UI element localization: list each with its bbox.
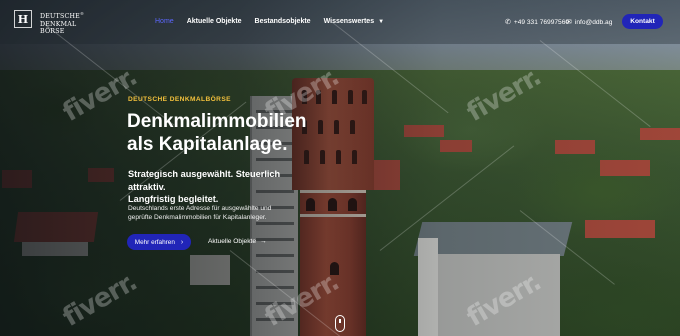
hero-subhead: Strategisch ausgewählt. Steuerlich attra… (128, 169, 281, 204)
brand-logo[interactable]: H DEUTSCHE® DENKMAL BÖRSE (14, 10, 84, 35)
nav-item-aktuelle-objekte[interactable]: Aktuelle Objekte (187, 18, 242, 25)
scroll-indicator-icon[interactable] (335, 315, 345, 332)
aktuelle-objekte-link[interactable]: Aktuelle Objekte → (208, 238, 267, 245)
main-nav: Home Aktuelle Objekte Bestandsobjekte Wi… (155, 18, 397, 25)
phone-icon: ✆ (505, 19, 511, 26)
phone-link[interactable]: ✆ +49 331 76997560 (505, 18, 570, 27)
chevron-right-icon: › (180, 238, 184, 246)
arrow-right-icon: → (260, 238, 267, 245)
hero-eyebrow: DEUTSCHE DENKMALBÖRSE (128, 96, 231, 103)
hero-description: Deutschlands erste Adresse für ausgewähl… (128, 205, 272, 222)
hero-background: fiverr. fiverr. fiverr. fiverr. fiverr. … (0, 0, 680, 336)
email-link[interactable]: ✉ info@ddb.ag (566, 18, 613, 27)
email-address: info@ddb.ag (574, 18, 613, 26)
brand-name: DEUTSCHE® DENKMAL BÖRSE (40, 11, 85, 35)
nav-item-bestandsobjekte[interactable]: Bestandsobjekte (255, 18, 311, 25)
logo-mark-icon: H (14, 10, 32, 28)
nav-item-home[interactable]: Home (155, 18, 174, 25)
nav-item-wissenswertes[interactable]: Wissenswertes ▼ (324, 18, 384, 25)
chevron-down-icon: ▼ (378, 18, 385, 25)
hero-headline: Denkmalimmobilien als Kapitalanlage. (127, 111, 307, 155)
phone-number: +49 331 76997560 (513, 18, 570, 26)
kontakt-button[interactable]: Kontakt (622, 14, 663, 29)
site-header: H DEUTSCHE® DENKMAL BÖRSE Home Aktuelle … (0, 0, 680, 44)
mail-icon: ✉ (566, 19, 572, 26)
mehr-erfahren-button[interactable]: Mehr erfahren › (127, 234, 191, 250)
